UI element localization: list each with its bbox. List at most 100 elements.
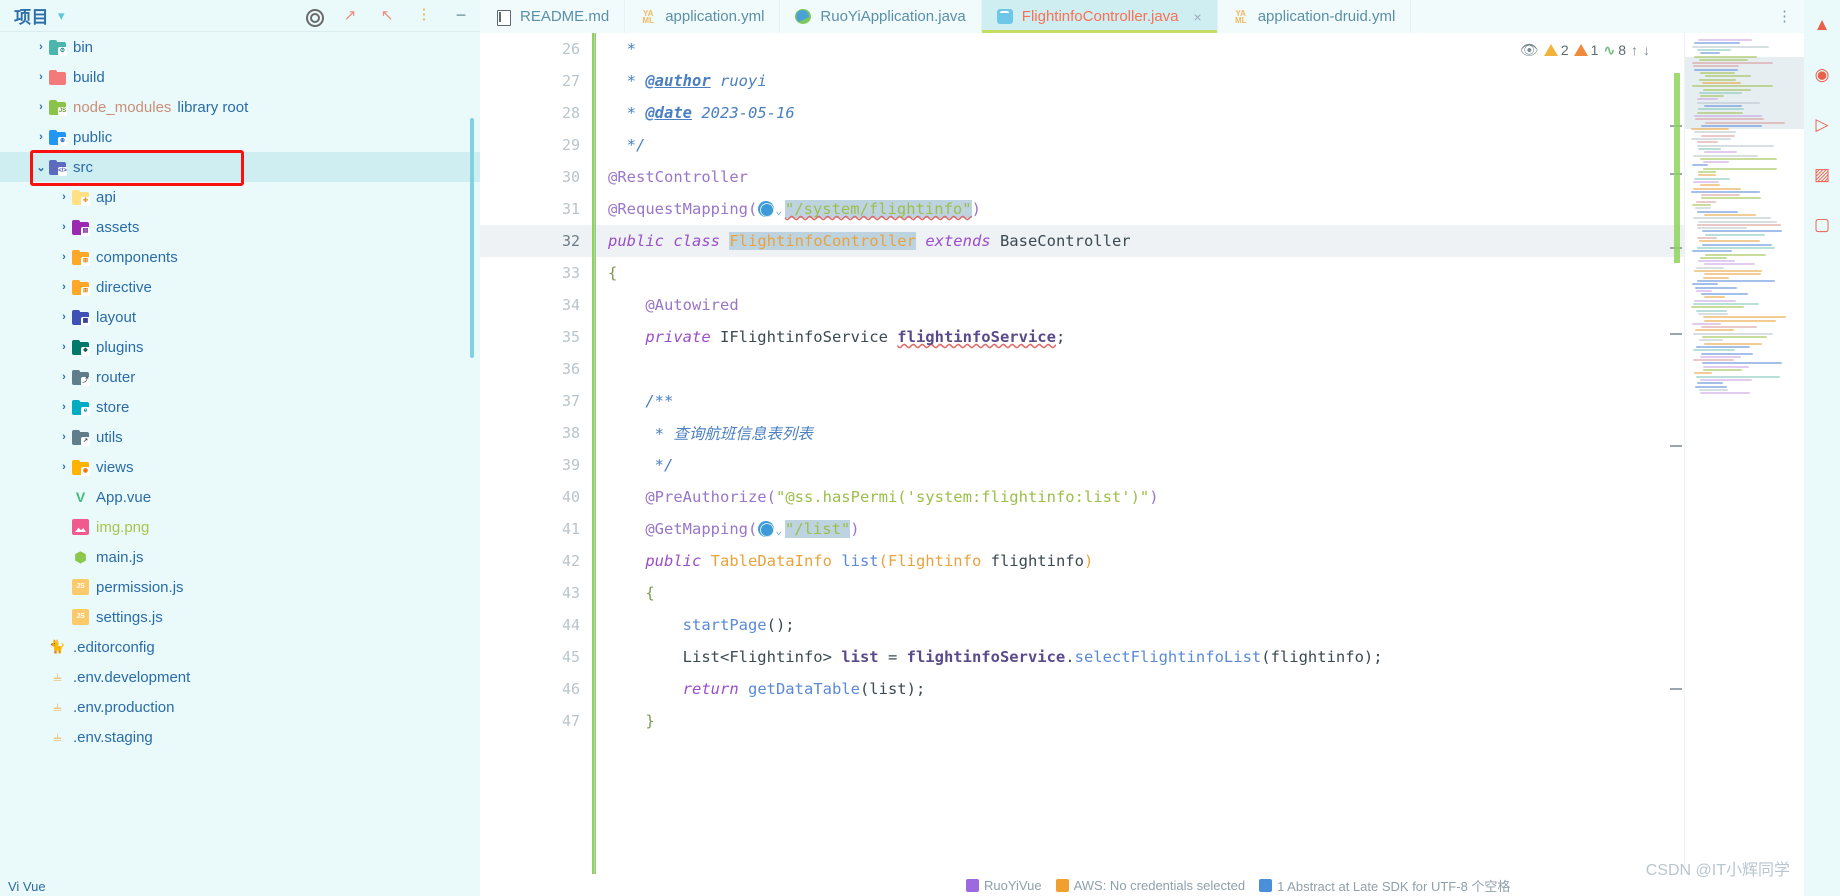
chevron-right-icon[interactable]: › [33,131,49,143]
line-number[interactable]: 41 [480,513,592,545]
more-options-icon[interactable]: ⋮ [415,6,433,25]
code-line[interactable]: { [592,257,1804,289]
tree-item-permission-js[interactable]: ›JS permission.js [0,572,480,602]
editor-tab-ruoyiapplication-java[interactable]: RuoYiApplication.java [780,0,982,33]
line-number[interactable]: 32◖ [480,225,609,257]
tree-item-bin[interactable]: › ⚙ bin [0,32,480,62]
line-number[interactable]: 30 [480,161,592,193]
editor-tab-readme-md[interactable]: README.md [480,0,626,33]
weak-warning-count[interactable]: 1 [1573,42,1598,58]
tree-item-router[interactable]: › ⤴ router [0,362,480,392]
inspection-widget[interactable]: 👁 2 1 ∿ 8 ↑ ↓ [1515,39,1654,61]
chevron-right-icon[interactable]: › [56,461,72,473]
tree-item-settings-js[interactable]: ›JS settings.js [0,602,480,632]
line-number[interactable]: 40 [480,481,592,513]
typo-count[interactable]: ∿ 8 [1603,42,1626,59]
code-line[interactable]: */ [592,449,1804,481]
line-number[interactable]: 31 [480,193,592,225]
code-line[interactable]: */ [592,129,1804,161]
code-line[interactable]: /** [592,385,1804,417]
code-line[interactable]: @Autowired [592,289,1804,321]
tree-item--env-development[interactable]: › ⫨ .env.development [0,662,480,692]
tree-item-img-png[interactable]: › img.png [0,512,480,542]
line-number[interactable]: 45 [480,641,592,673]
code-editor[interactable]: * * @author ruoyi * @date 2023-05-16 */ @… [592,33,1804,896]
chevron-down-icon[interactable]: ⌄ [33,161,49,174]
line-number[interactable]: 42❐ [480,545,609,577]
chevron-right-icon[interactable]: › [56,371,72,383]
web-reference-icon[interactable]: ⌄ [757,200,785,218]
chevron-down-icon[interactable]: ▾ [58,8,65,24]
line-number[interactable]: 28 [480,97,592,129]
code-line[interactable]: } [592,705,1804,737]
code-line[interactable]: * 查询航班信息表列表 [592,417,1804,449]
target-icon[interactable] [304,7,324,27]
chevron-right-icon[interactable]: › [56,221,72,233]
bookmarks-icon[interactable]: ▢ [1811,214,1833,236]
tab-more-icon[interactable]: ⋮ [1777,9,1792,24]
close-tab-icon[interactable]: × [1194,9,1202,25]
chevron-right-icon[interactable]: › [56,191,72,203]
database-icon[interactable]: ◉ [1811,64,1833,86]
code-line[interactable]: * @author ruoyi [592,65,1804,97]
status-bar-item[interactable]: AWS: No credentials selected [1055,878,1245,893]
tree-item-public[interactable]: › ⊕ public [0,122,480,152]
chevron-right-icon[interactable]: › [33,71,49,83]
line-number[interactable]: 34 [480,289,592,321]
code-line[interactable]: List<Flightinfo> list = flightinfoServic… [592,641,1804,673]
line-number[interactable]: 37 [480,385,592,417]
code-line[interactable]: { [592,577,1804,609]
tree-item-build[interactable]: › build [0,62,480,92]
status-bar-item[interactable]: RuoYiVue [966,878,1042,893]
code-line[interactable]: private IFlightinfoService flightinfoSer… [592,321,1804,353]
editor-tab-application-yml[interactable]: YA ML application.yml [625,0,781,33]
expand-icon[interactable]: ↗ [341,7,359,25]
gradle-icon[interactable]: ▨ [1811,164,1833,186]
code-line[interactable]: @RestController [592,161,1804,193]
chevron-right-icon[interactable]: › [56,341,72,353]
tree-item-components[interactable]: › ⊞ components [0,242,480,272]
code-line[interactable]: * @date 2023-05-16 [592,97,1804,129]
editor-tab-flightinfocontroller-java[interactable]: FlightinfoController.java × [981,0,1218,33]
chevron-right-icon[interactable]: › [56,251,72,263]
chevron-right-icon[interactable]: › [56,281,72,293]
chevron-right-icon[interactable]: › [56,401,72,413]
chevron-right-icon[interactable]: › [33,101,49,113]
tree-item-assets[interactable]: › ▤ assets [0,212,480,242]
tree-item-main-js[interactable]: ›⬢ main.js [0,542,480,572]
line-number[interactable]: 39 [480,449,592,481]
line-number[interactable]: 27 [480,65,592,97]
tree-item-utils[interactable]: › ↗ utils [0,422,480,452]
project-scrollbar[interactable] [470,118,474,358]
code-line[interactable]: @PreAuthorize("@ss.hasPermi('system:flig… [592,481,1804,513]
tree-item-node-modules[interactable]: › JS node_modules library root [0,92,480,122]
line-number[interactable]: 35⚘ [480,321,609,353]
maven-icon[interactable]: ▷ [1811,114,1833,136]
notifications-icon[interactable]: ▲ [1811,14,1833,36]
code-line[interactable]: public TableDataInfo list(Flightinfo fli… [592,545,1804,577]
code-line[interactable]: public class FlightinfoController extend… [592,225,1804,257]
tree-item--env-staging[interactable]: › ⫨ .env.staging [0,722,480,752]
line-number[interactable]: 44 [480,609,592,641]
line-number[interactable]: 26 [480,33,592,65]
collapse-icon[interactable]: ↖ [378,7,396,25]
tree-item-layout[interactable]: › ▦ layout [0,302,480,332]
code-line[interactable]: @GetMapping(⌄ "/list") [592,513,1804,545]
prev-problem-icon[interactable]: ↑ [1631,42,1638,58]
project-tree[interactable]: › ⚙ bin › build › JS node_modules library root › ⊕… [0,32,480,896]
line-number[interactable]: 46 [480,673,592,705]
code-minimap[interactable] [1684,33,1804,896]
line-number[interactable]: 38 [480,417,592,449]
code-line[interactable] [592,353,1804,385]
editor-tab-application-druid-yml[interactable]: YA ML application-druid.yml [1218,0,1412,33]
web-reference-icon[interactable]: ⌄ [757,520,785,538]
line-number[interactable]: 47 [480,705,592,737]
tree-item-app-vue[interactable]: ›V App.vue [0,482,480,512]
tree-item--editorconfig[interactable]: ›🐈 .editorconfig [0,632,480,662]
tree-item-api[interactable]: › ✤ api [0,182,480,212]
line-number[interactable]: 43 [480,577,592,609]
chevron-right-icon[interactable]: › [33,41,49,53]
tree-item-directive[interactable]: › ⊞ directive [0,272,480,302]
code-line[interactable]: startPage (); [592,609,1804,641]
chevron-right-icon[interactable]: › [56,311,72,323]
